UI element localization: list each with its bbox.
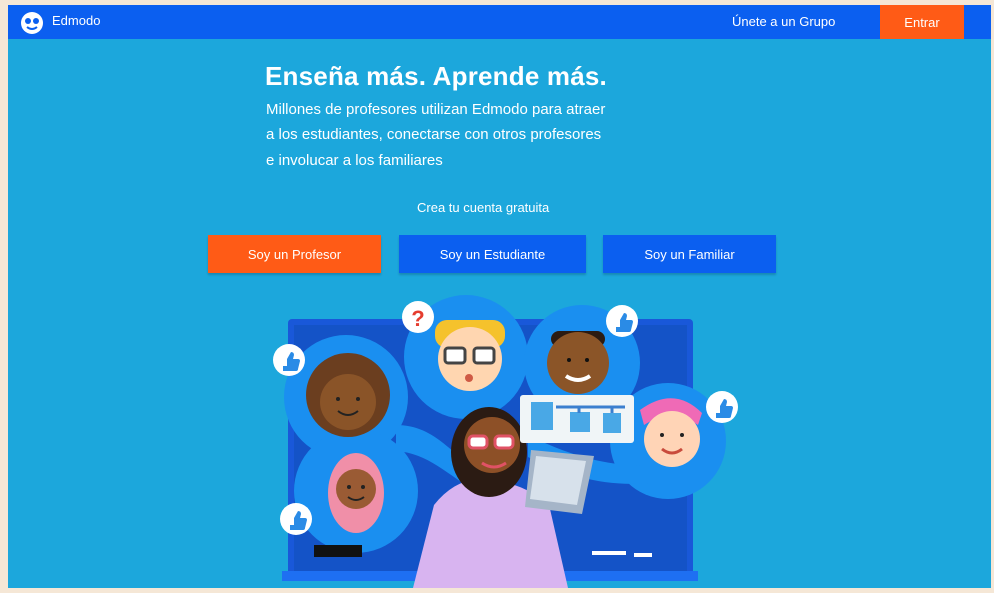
chalk-piece xyxy=(634,553,652,557)
classroom-illustration: ? xyxy=(273,295,738,588)
chart-card-illustration xyxy=(520,395,634,443)
chalk-eraser xyxy=(314,545,362,557)
page: Edmodo Únete a un Grupo Entrar Enseña má… xyxy=(8,5,991,588)
svg-text:?: ? xyxy=(411,306,424,331)
question-mark-icon: ? xyxy=(402,301,434,333)
student-avatar-boy xyxy=(547,331,609,394)
student-avatar-hijab xyxy=(328,453,384,533)
student-avatar-curly-hair xyxy=(306,353,390,437)
chalk-piece xyxy=(592,551,626,555)
